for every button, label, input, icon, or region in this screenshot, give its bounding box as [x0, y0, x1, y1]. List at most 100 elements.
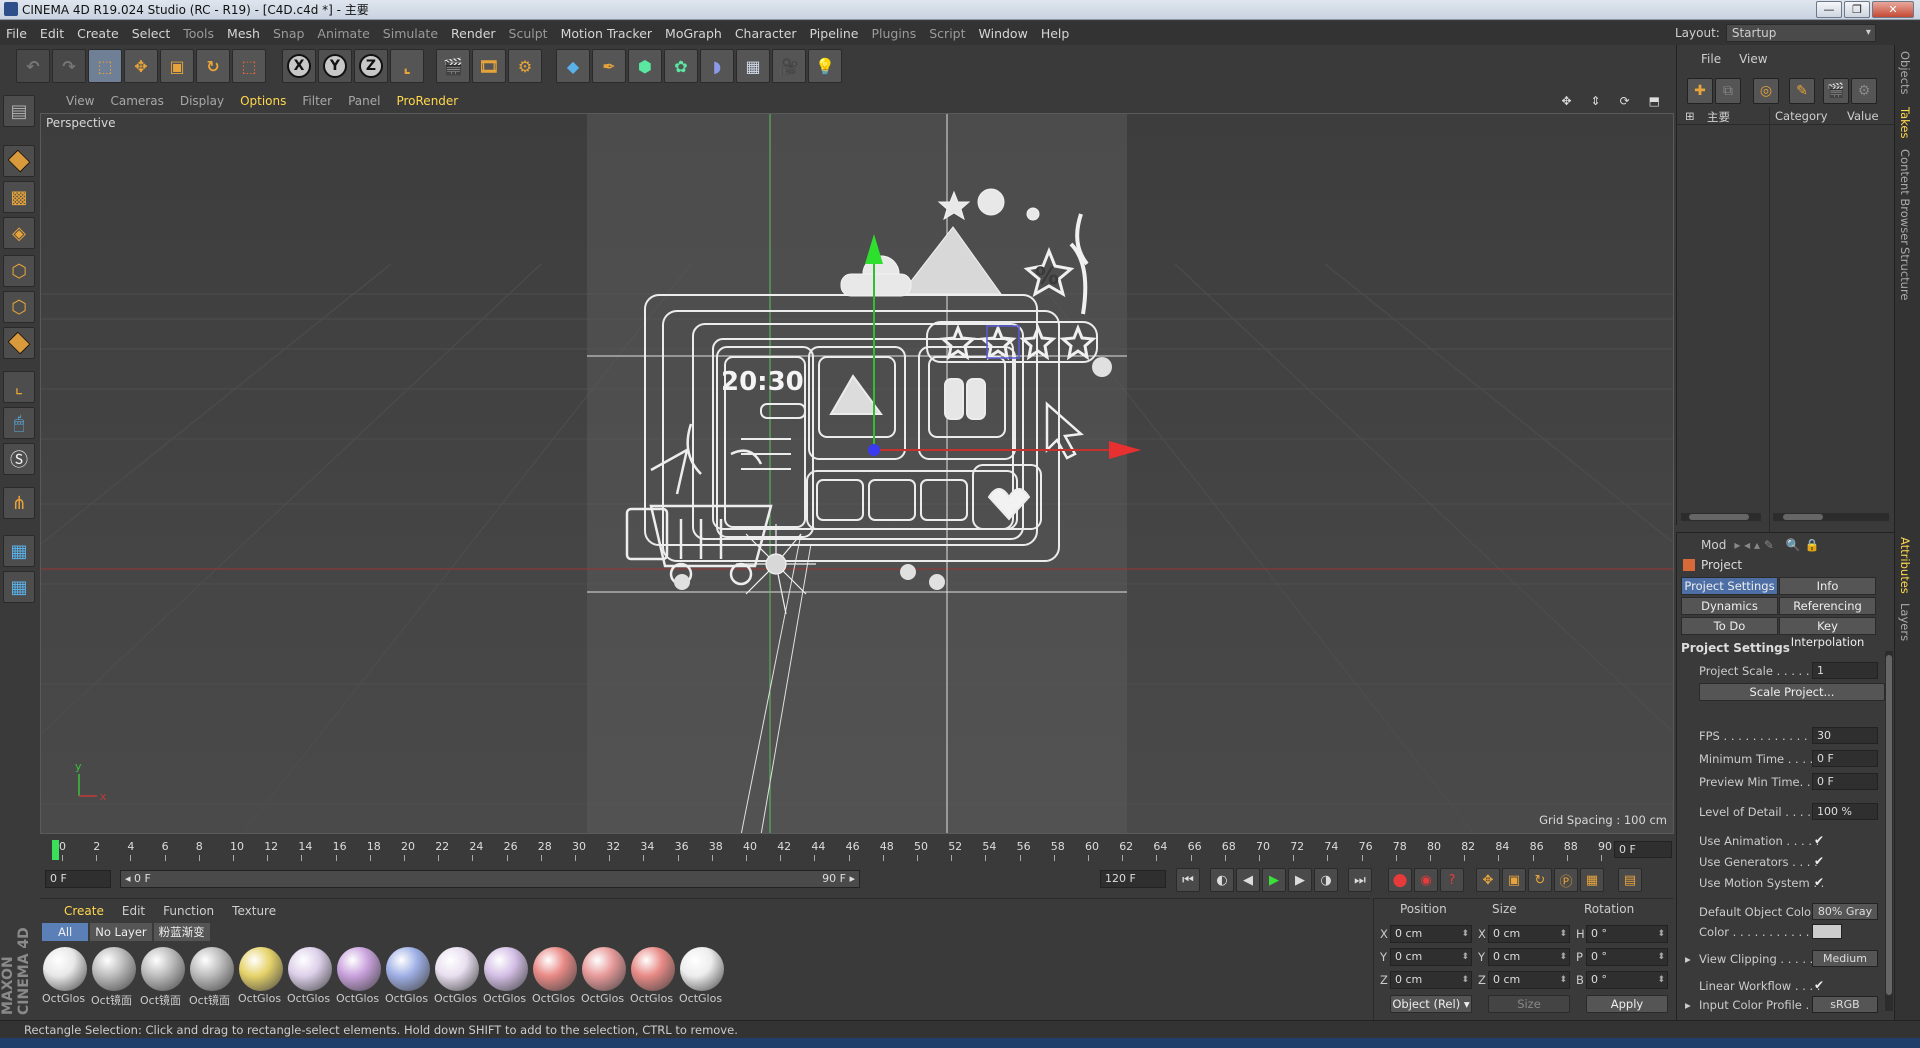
goto-start-icon[interactable]: ⏮ — [1176, 868, 1200, 892]
cube-icon[interactable]: ◆ — [556, 49, 590, 83]
viewport-zoom-icon[interactable]: ⇕ — [1591, 94, 1601, 108]
use-generators-checkbox[interactable]: ✔ — [1814, 854, 1824, 868]
view-clipping-dropdown[interactable]: Medium — [1812, 950, 1878, 967]
key-position-icon[interactable]: ✥ — [1476, 868, 1500, 892]
viewport-menu-prorender[interactable]: ProRender — [396, 94, 458, 108]
menu-snap[interactable]: Snap — [273, 26, 304, 41]
model-mode-icon[interactable] — [3, 145, 35, 177]
menu-window[interactable]: Window — [979, 26, 1028, 41]
size-z-field[interactable]: 0 cm — [1488, 971, 1570, 989]
menu-help[interactable]: Help — [1041, 26, 1070, 41]
size-y-field[interactable]: 0 cm — [1488, 948, 1570, 966]
light-icon[interactable]: 💡 — [808, 49, 842, 83]
attribute-search-icon[interactable]: 🔍 — [1786, 538, 1801, 552]
viewport-menu-panel[interactable]: Panel — [348, 94, 380, 108]
mograph-icon[interactable]: ✿ — [664, 49, 698, 83]
rotation-b-field[interactable]: 0 ° — [1586, 971, 1668, 989]
y-axis-button[interactable]: Y — [318, 49, 352, 83]
timeline-ticks[interactable]: 0 2 4 6 8 10 12 14 16 18 20 22 24 26 28 30 32 34 36 38 40 42 4… — [48, 838, 1612, 862]
end-frame-field[interactable]: 120 F — [1100, 870, 1166, 888]
workplane-icon[interactable]: ◈ — [3, 217, 35, 249]
take-expand-icon[interactable]: ⊞ — [1685, 109, 1695, 123]
tab-objects[interactable]: Objects — [1898, 51, 1912, 94]
viewport-camera-label[interactable]: Perspective — [46, 116, 116, 130]
tab-to-do[interactable]: To Do — [1681, 617, 1778, 635]
layout-dropdown[interactable]: Startup — [1725, 24, 1876, 42]
tab-attributes[interactable]: Attributes — [1898, 537, 1912, 594]
rotation-h-field[interactable]: 0 ° — [1586, 925, 1668, 943]
deformer-icon[interactable]: ◗ — [700, 49, 734, 83]
size-x-field[interactable]: 0 cm — [1488, 925, 1570, 943]
tab-dynamics[interactable]: Dynamics — [1681, 597, 1778, 615]
material-swatch[interactable]: OctGlos — [532, 947, 578, 1007]
material-menu-function[interactable]: Function — [163, 904, 214, 918]
points-mode-icon[interactable]: ⬡ — [3, 255, 35, 287]
material-swatch[interactable]: OctGlos — [434, 947, 480, 1007]
tab-project-settings[interactable]: Project Settings — [1681, 577, 1778, 595]
material-swatch[interactable]: OctGlos — [238, 947, 284, 1007]
menu-animate[interactable]: Animate — [317, 26, 369, 41]
current-frame-field[interactable]: 0 F — [1614, 841, 1672, 858]
take-render-icon[interactable]: 🎬 — [1823, 78, 1849, 104]
next-frame-icon[interactable]: ▶ — [1288, 868, 1312, 892]
prev-key-icon[interactable]: ◐ — [1210, 868, 1234, 892]
key-rotation-icon[interactable]: ↻ — [1528, 868, 1552, 892]
attribute-lock-icon[interactable]: 🔒 — [1805, 538, 1820, 552]
coordinate-system-icon[interactable]: ⌞ — [390, 49, 424, 83]
rotate-icon[interactable]: ↻ — [196, 49, 230, 83]
filter-all[interactable]: All — [42, 923, 89, 941]
z-axis-button[interactable]: Z — [354, 49, 388, 83]
move-icon[interactable]: ✥ — [124, 49, 158, 83]
object-menu-file[interactable]: File — [1701, 52, 1721, 66]
scale-project-button[interactable]: Scale Project... — [1699, 683, 1885, 701]
snap-icon[interactable]: ⋔ — [3, 487, 35, 519]
menu-motion-tracker[interactable]: Motion Tracker — [561, 26, 652, 41]
rotation-p-field[interactable]: 0 ° — [1586, 948, 1668, 966]
tab-layers[interactable]: Layers — [1898, 603, 1912, 641]
material-swatch[interactable]: Oct镜面 — [189, 947, 235, 1007]
key-pla-icon[interactable]: ▦ — [1580, 868, 1604, 892]
menu-tools[interactable]: Tools — [183, 26, 214, 41]
render-settings-icon[interactable]: ⚙ — [508, 49, 542, 83]
preview-min-field[interactable]: 0 F — [1812, 773, 1878, 790]
recent-tools-icon[interactable]: ⬚ — [232, 49, 266, 83]
material-swatch[interactable]: Oct镜面 — [140, 947, 186, 1007]
viewport-menu-view[interactable]: View — [66, 94, 94, 108]
menu-sculpt[interactable]: Sculpt — [509, 26, 548, 41]
record-icon[interactable]: ⬤ — [1388, 868, 1412, 892]
viewport-move-icon[interactable]: ✥ — [1561, 94, 1571, 108]
undo-icon[interactable]: ↶ — [16, 49, 50, 83]
material-swatch[interactable]: OctGlos — [336, 947, 382, 1007]
subdivision-icon[interactable]: ⬢ — [628, 49, 662, 83]
tab-key-interpolation[interactable]: Key Interpolation — [1779, 617, 1876, 649]
object-menu-view[interactable]: View — [1739, 52, 1767, 66]
lod-field[interactable]: 100 % — [1812, 803, 1878, 820]
tab-takes[interactable]: Takes — [1898, 107, 1912, 139]
range-slider[interactable]: ◂ 0 F 90 F ▸ — [120, 870, 860, 888]
input-profile-expand-icon[interactable]: ▸ — [1685, 998, 1691, 1012]
x-axis-button[interactable]: X — [282, 49, 316, 83]
menu-select[interactable]: Select — [132, 26, 171, 41]
use-motion-checkbox[interactable]: ✔ — [1814, 875, 1824, 889]
default-color-dropdown[interactable]: 80% Gray — [1812, 903, 1878, 920]
attribute-vscroll[interactable] — [1885, 651, 1893, 1011]
position-y-field[interactable]: 0 cm — [1390, 948, 1472, 966]
maximize-button[interactable]: ❐ — [1844, 1, 1870, 18]
material-swatch[interactable]: OctGlos — [287, 947, 333, 1007]
solo-icon[interactable]: Ⓢ — [3, 443, 35, 475]
camera-icon[interactable]: 🎥 — [772, 49, 806, 83]
tab-content-browser[interactable]: Content Browser — [1898, 149, 1912, 245]
menu-mograph[interactable]: MoGraph — [665, 26, 722, 41]
make-editable-icon[interactable]: ▤ — [3, 95, 35, 127]
material-swatch[interactable]: OctGlos — [679, 947, 725, 1007]
next-key-icon[interactable]: ◑ — [1314, 868, 1338, 892]
tab-referencing[interactable]: Referencing — [1779, 597, 1876, 615]
floor-icon[interactable]: ▦ — [736, 49, 770, 83]
object-hscroll-left[interactable] — [1681, 513, 1761, 521]
take-auto-icon[interactable]: ✎ — [1789, 78, 1815, 104]
texture-mode-icon[interactable]: ▩ — [3, 181, 35, 213]
input-profile-dropdown[interactable]: sRGB — [1812, 996, 1878, 1013]
object-hscroll-right[interactable] — [1773, 513, 1889, 521]
tweak-mode-icon[interactable]: 🖱 — [3, 407, 35, 439]
material-swatch[interactable]: OctGlos — [630, 947, 676, 1007]
